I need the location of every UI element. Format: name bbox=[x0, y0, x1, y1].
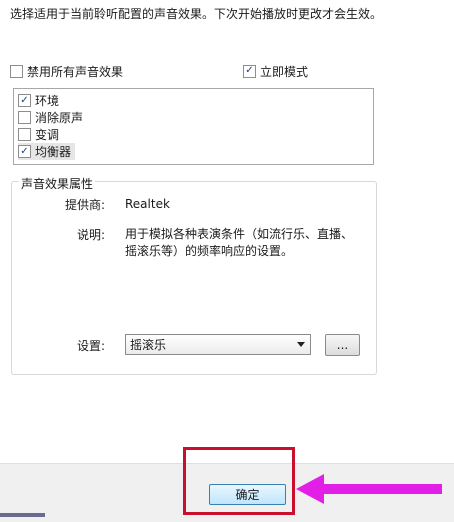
effect-label: 消除原声 bbox=[35, 111, 84, 125]
immediate-mode-checkbox[interactable]: 立即模式 bbox=[243, 63, 308, 79]
effect-label: 环境 bbox=[35, 94, 60, 108]
provider-label: 提供商: bbox=[64, 198, 105, 212]
effect-label: 变调 bbox=[35, 128, 60, 142]
taskbar-edge bbox=[0, 513, 45, 517]
effect-label: 均衡器 bbox=[35, 145, 72, 159]
highlight-box bbox=[183, 447, 295, 515]
setting-label: 设置: bbox=[76, 339, 105, 353]
description-text: 选择适用于当前聆听配置的声音效果。下次开始播放时更改才会生效。 bbox=[10, 7, 383, 21]
list-item[interactable]: 消除原声 bbox=[18, 109, 87, 126]
checkbox-box[interactable] bbox=[18, 128, 31, 141]
checkbox-box[interactable] bbox=[18, 94, 31, 107]
list-item[interactable]: 变调 bbox=[18, 126, 63, 143]
setting-dropdown[interactable]: 摇滚乐 bbox=[125, 334, 311, 355]
checkbox-box[interactable] bbox=[10, 64, 23, 78]
chevron-down-icon[interactable] bbox=[297, 342, 305, 347]
disable-all-effects-checkbox[interactable]: 禁用所有声音效果 bbox=[10, 63, 123, 79]
more-settings-button[interactable]: ... bbox=[325, 334, 360, 356]
checkbox-box[interactable] bbox=[18, 145, 31, 158]
description-label: 说明: bbox=[76, 228, 105, 242]
provider-value: Realtek bbox=[125, 197, 170, 211]
list-item[interactable]: 环境 bbox=[18, 92, 63, 109]
list-item[interactable]: 均衡器 bbox=[18, 143, 76, 160]
immediate-mode-label: 立即模式 bbox=[260, 64, 309, 79]
checkbox-box[interactable] bbox=[243, 64, 256, 78]
setting-value: 摇滚乐 bbox=[130, 338, 167, 352]
effect-properties-title: 声音效果属性 bbox=[19, 175, 96, 192]
effects-list[interactable]: 环境 消除原声 变调 均衡器 bbox=[13, 88, 374, 165]
disable-all-effects-label: 禁用所有声音效果 bbox=[27, 64, 124, 79]
description-value: 用于模拟各种表演条件（如流行乐、直播、摇滚乐等）的频率响应的设置。 bbox=[125, 227, 354, 258]
checkbox-box[interactable] bbox=[18, 111, 31, 124]
pointer-arrow-icon bbox=[296, 474, 442, 504]
